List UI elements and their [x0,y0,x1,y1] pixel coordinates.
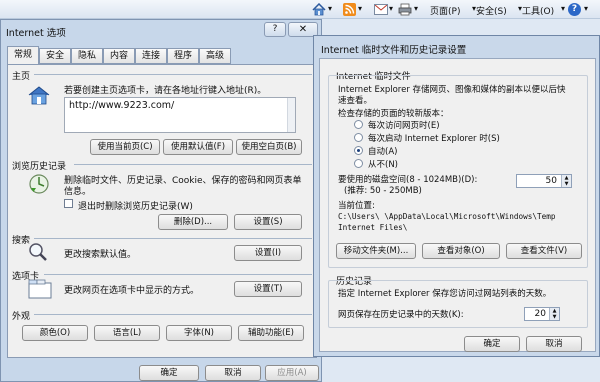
home-description: 若要创建主页选项卡，请在各地址行键入地址(R)。 [64,86,267,96]
apply-button[interactable]: 应用(A) [265,365,319,381]
delete-on-exit-checkbox[interactable] [64,199,73,208]
disk-space-spinner[interactable]: 50 ▲ ▼ [516,174,572,188]
temp-cancel-button[interactable]: 取消 [526,336,582,352]
radio-every-visit-label: 每次访问网页时(E) [368,121,440,131]
home-icon[interactable] [312,2,326,16]
rss-icon[interactable] [343,3,356,16]
move-folder-button[interactable]: 移动文件夹(M)... [336,243,416,259]
tabs-settings-button[interactable]: 设置(T) [234,281,302,297]
tab-privacy[interactable]: 隐私 [71,48,103,64]
temp-ok-button[interactable]: 确定 [464,336,520,352]
history-days-spinner[interactable]: 20 ▲ ▼ [524,307,560,321]
tab-advanced[interactable]: 高级 [199,48,231,64]
radio-every-start[interactable] [354,133,363,142]
dialog-title: Internet 选项 [6,28,66,39]
tab-content[interactable]: 内容 [103,48,135,64]
current-location-path-line1: C:\Users\ \AppData\Local\Microsoft\Windo… [338,212,556,221]
history-description-line1: 删除临时文件、历史记录、Cookie、保存的密码和网页表单 [64,176,302,186]
check-versions-label: 检查存储的页面的较新版本： [338,109,449,119]
print-icon[interactable] [398,3,412,16]
spinner-arrows[interactable]: ▲ ▼ [561,175,571,187]
temp-dialog-title: Internet 临时文件和历史记录设置 [321,45,467,56]
history-clock-icon [28,173,50,195]
tab-general[interactable]: 常规 [7,46,39,64]
disk-space-recommended: (推荐: 50 - 250MB) [344,186,422,196]
home-dropdown-icon[interactable]: ▾ [328,4,332,13]
view-objects-button[interactable]: 查看对象(O) [422,243,500,259]
use-default-button[interactable]: 使用默认值(F) [163,139,233,155]
chevron-down-icon: ▾ [561,4,566,13]
current-location-label: 当前位置: [338,201,375,211]
home-page-icon [28,85,50,105]
languages-button[interactable]: 语言(L) [94,325,160,341]
history-description-line2: 信息。 [64,187,92,197]
radio-every-visit[interactable] [354,120,363,129]
ok-button[interactable]: 确定 [139,365,199,381]
tabs-divider [44,274,312,275]
history-days-label: 网页保存在历史记录中的天数(K): [338,310,464,320]
delete-history-button[interactable]: 删除(D)... [158,214,228,230]
temp-files-dialog: Internet 临时文件和历史记录设置 Internet 临时文件 Inter… [313,35,600,357]
history-divider [74,164,312,165]
radio-never[interactable] [354,159,363,168]
days-spinner-arrows[interactable]: ▲ ▼ [549,308,559,320]
use-current-button[interactable]: 使用当前页(C) [90,139,160,155]
home-heading: 主页 [12,72,31,82]
radio-automatic[interactable] [354,146,363,155]
temp-description-line1: Internet Explorer 存储网页、图像和媒体的副本以便以后快 [338,85,566,95]
tools-menu[interactable]: 工具(O) ▾ [522,3,568,17]
temp-description-line2: 速查看。 [338,96,373,106]
url-scrollbar[interactable] [287,98,295,132]
cancel-button[interactable]: 取消 [205,365,261,381]
appearance-divider [34,314,312,315]
appearance-heading: 外观 [12,312,31,322]
history-settings-button[interactable]: 设置(S) [234,214,302,230]
accessibility-button[interactable]: 辅助功能(E) [238,325,304,341]
tabs-description: 更改网页在选项卡中显示的方式。 [64,286,200,296]
mail-icon[interactable] [374,4,388,15]
search-divider [34,238,312,239]
home-url-field[interactable]: http://www.9223.com/ [64,97,296,133]
help-button[interactable]: ? [264,22,286,37]
rss-dropdown-icon[interactable]: ▾ [358,4,362,13]
print-dropdown-icon[interactable]: ▾ [414,4,418,13]
search-settings-button[interactable]: 设置(I) [234,245,302,261]
search-description: 更改搜索默认值。 [64,250,137,260]
tab-programs[interactable]: 程序 [167,48,199,64]
use-blank-button[interactable]: 使用空白页(B) [236,139,302,155]
general-tab-page: 主页 若要创建主页选项卡，请在各地址行键入地址(R)。 http://www.9… [7,64,317,358]
close-icon: ✕ [298,24,308,35]
history-heading: 浏览历史记录 [12,162,67,172]
internet-options-dialog: Internet 选项 ? ✕ 常规 安全 隐私 内容 连接 程序 高级 主页 … [0,19,322,382]
fonts-button[interactable]: 字体(N) [166,325,232,341]
home-divider [34,74,312,75]
view-files-button[interactable]: 查看文件(V) [506,243,582,259]
tabs-icon [28,279,52,299]
help-dropdown-icon[interactable]: ▾ [584,4,588,13]
history-days-description: 指定 Internet Explorer 保存您访问过网站列表的天数。 [338,289,552,299]
colors-button[interactable]: 颜色(O) [22,325,88,341]
search-icon [28,242,48,262]
help-icon[interactable]: ? [568,3,581,16]
delete-on-exit-label: 退出时删除浏览历史记录(W) [78,202,193,212]
tab-connections[interactable]: 连接 [135,48,167,64]
current-location-path-line2: Internet Files\ [338,223,408,232]
tab-security[interactable]: 安全 [39,48,71,64]
radio-automatic-label: 自动(A) [368,147,398,157]
radio-never-label: 从不(N) [368,160,398,170]
radio-every-start-label: 每次启动 Internet Explorer 时(S) [368,134,500,144]
tab-strip: 常规 安全 隐私 内容 连接 程序 高级 [7,46,319,64]
mail-dropdown-icon[interactable]: ▾ [389,4,393,13]
